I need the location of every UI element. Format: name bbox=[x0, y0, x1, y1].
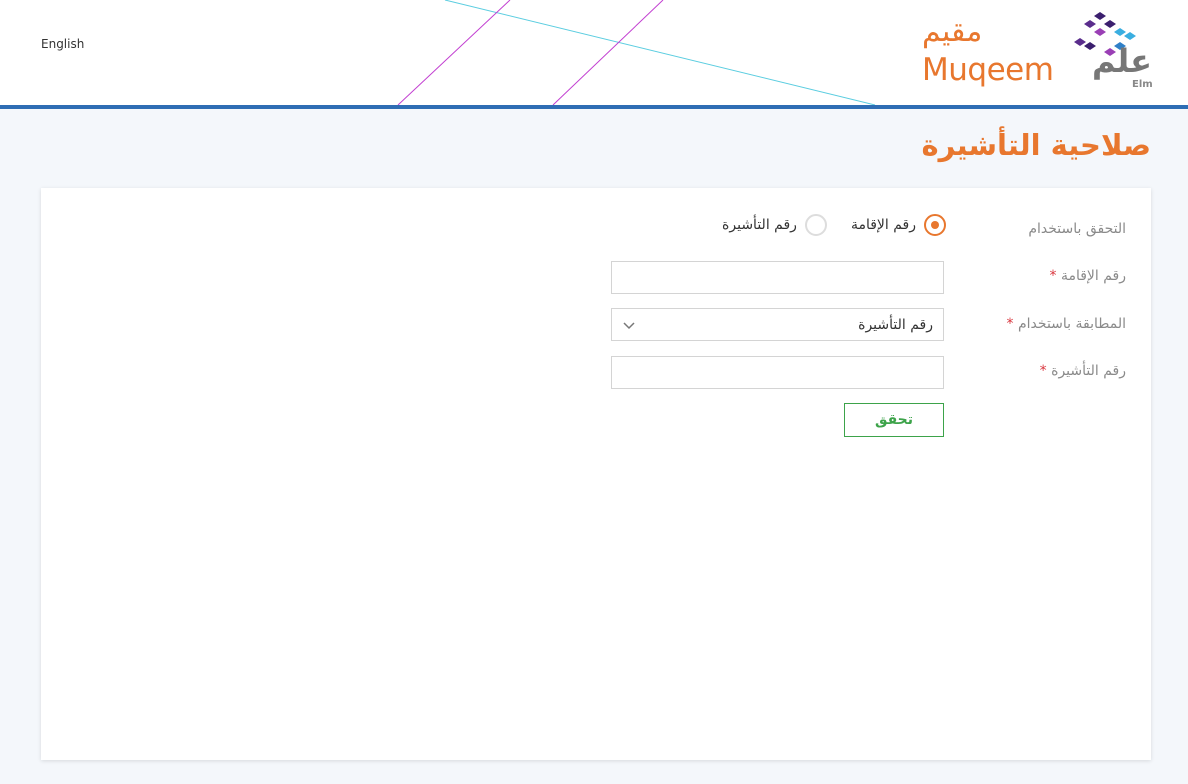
match-by-selected-value: رقم التأشيرة bbox=[858, 316, 933, 333]
header: English مقيم Muqeem علم Elm bbox=[0, 0, 1188, 105]
radio-iqama-number[interactable]: رقم الإقامة bbox=[851, 214, 946, 236]
elm-logo-english-text: Elm bbox=[1132, 79, 1153, 90]
visa-number-label: رقم التأشيرة * bbox=[956, 363, 1126, 379]
verify-by-radio-group: رقم الإقامة رقم التأشيرة bbox=[698, 214, 946, 236]
iqama-number-input[interactable] bbox=[611, 261, 944, 294]
match-by-select[interactable]: رقم التأشيرة bbox=[611, 308, 944, 341]
iqama-number-label-text: رقم الإقامة bbox=[1060, 268, 1126, 284]
elm-logo-arabic-text: علم bbox=[1092, 42, 1153, 80]
form-card: التحقق باستخدام رقم الإقامة رقم التأشيرة… bbox=[41, 188, 1151, 760]
verify-by-label: التحقق باستخدام bbox=[1028, 221, 1126, 237]
language-switch-link[interactable]: English bbox=[41, 37, 84, 51]
match-by-label-text: المطابقة باستخدام bbox=[1018, 316, 1126, 332]
header-border bbox=[0, 105, 1188, 109]
radio-label-iqama: رقم الإقامة bbox=[850, 217, 916, 233]
radio-label-visa: رقم التأشيرة bbox=[722, 217, 797, 233]
visa-number-label-text: رقم التأشيرة bbox=[1051, 363, 1126, 379]
radio-visa-number[interactable]: رقم التأشيرة bbox=[722, 214, 827, 236]
page-title: صلاحية التأشيرة bbox=[921, 128, 1151, 162]
muqeem-logo-english: Muqeem bbox=[922, 52, 1054, 88]
match-by-label: المطابقة باستخدام * bbox=[956, 316, 1126, 332]
radio-checked-icon[interactable] bbox=[924, 214, 946, 236]
radio-unchecked-icon[interactable] bbox=[804, 214, 827, 236]
visa-number-input[interactable] bbox=[611, 356, 944, 389]
required-mark: * bbox=[1039, 363, 1047, 379]
required-mark: * bbox=[1006, 316, 1014, 332]
verify-button[interactable]: تحقق bbox=[844, 403, 944, 437]
required-mark: * bbox=[1049, 268, 1057, 284]
iqama-number-label: رقم الإقامة * bbox=[956, 268, 1126, 284]
chevron-down-icon bbox=[623, 321, 635, 329]
muqeem-logo-arabic: مقيم bbox=[922, 14, 983, 49]
